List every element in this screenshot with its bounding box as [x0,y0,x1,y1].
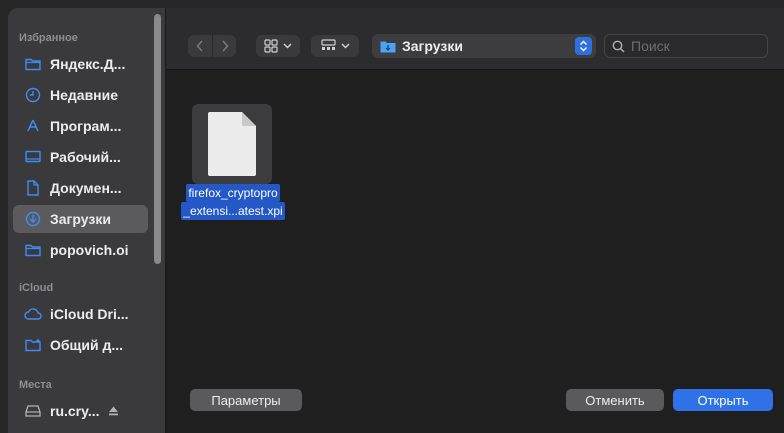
sidebar-item-documents[interactable]: Докумен... [13,174,148,202]
icloud-section-label: iCloud [19,282,54,294]
places-section-label: Места [19,379,52,391]
folder-icon [22,53,44,75]
file-name: firefox_cryptopro _extensi...atest.xpi [172,184,294,220]
toolbar: Загрузки [166,8,784,70]
sidebar-item-desktop[interactable]: Рабочий... [13,143,148,171]
search-icon [612,40,625,53]
chevron-down-icon [340,43,350,49]
sidebar-item-label: Програм... [50,118,122,134]
group-icon [320,39,336,50]
download-icon [22,208,44,230]
navigation-buttons [188,35,236,57]
cloud-icon [22,303,44,325]
open-file-dialog: Избранное Яндекс.Д... Недавние Програм..… [0,0,784,433]
sidebar-scrollbar[interactable] [154,14,161,264]
file-thumbnail [192,104,272,184]
sidebar: Избранное Яндекс.Д... Недавние Програм..… [8,8,166,433]
location-stepper-icon[interactable] [575,37,592,55]
disk-icon [22,400,44,422]
generic-document-icon [208,112,256,176]
grid-view-icon [264,39,278,53]
view-mode-button[interactable] [256,35,300,57]
sidebar-item-label: iCloud Dri... [50,306,129,322]
sidebar-item-yandex-disk[interactable]: Яндекс.Д... [13,50,148,78]
file-browser: Загрузки firefox_cryptopro [166,8,784,433]
sidebar-item-downloads[interactable]: Загрузки [13,205,148,233]
eject-icon[interactable] [108,406,119,416]
options-button[interactable]: Параметры [190,389,302,411]
sidebar-item-applications[interactable]: Програм... [13,112,148,140]
sidebar-item-label: Загрузки [50,211,111,227]
sidebar-item-home[interactable]: popovich.oi [13,236,148,264]
sidebar-item-label: ru.cry... [50,403,100,419]
open-button[interactable]: Открыть [673,389,773,411]
applications-icon [22,115,44,137]
file-name-line2: _extensi...atest.xpi [181,202,285,220]
location-popup[interactable]: Загрузки [372,34,596,58]
sidebar-item-label: Общий д... [50,337,124,353]
sidebar-item-label: Докумен... [50,180,122,196]
document-icon [22,177,44,199]
sidebar-item-label: Яндекс.Д... [50,56,126,72]
sidebar-item-label: Недавние [50,87,119,103]
chevron-down-icon [283,43,292,49]
folder-icon [22,239,44,261]
downloads-folder-icon [380,40,396,53]
group-by-button[interactable] [311,35,359,57]
search-input[interactable] [631,38,751,54]
location-label: Загрузки [402,38,463,54]
sidebar-item-icloud-drive[interactable]: iCloud Dri... [13,300,148,328]
chevron-right-icon [221,40,229,52]
back-button[interactable] [188,35,212,57]
cancel-button[interactable]: Отменить [566,389,664,411]
search-field[interactable] [604,34,768,58]
forward-button[interactable] [212,35,236,57]
file-name-line1: firefox_cryptopro [186,184,280,202]
chevron-left-icon [196,40,203,52]
sidebar-item-shared-folder[interactable]: Общий д... [13,331,148,359]
shared-folder-icon [22,334,44,356]
favorites-section-label: Избранное [19,32,78,44]
sidebar-item-label: Рабочий... [50,149,121,165]
sidebar-item-recents[interactable]: Недавние [13,81,148,109]
sidebar-item-label: popovich.oi [50,242,129,258]
sidebar-item-disk[interactable]: ru.cry... [13,397,148,425]
desktop-icon [22,146,44,168]
clock-icon [22,84,44,106]
